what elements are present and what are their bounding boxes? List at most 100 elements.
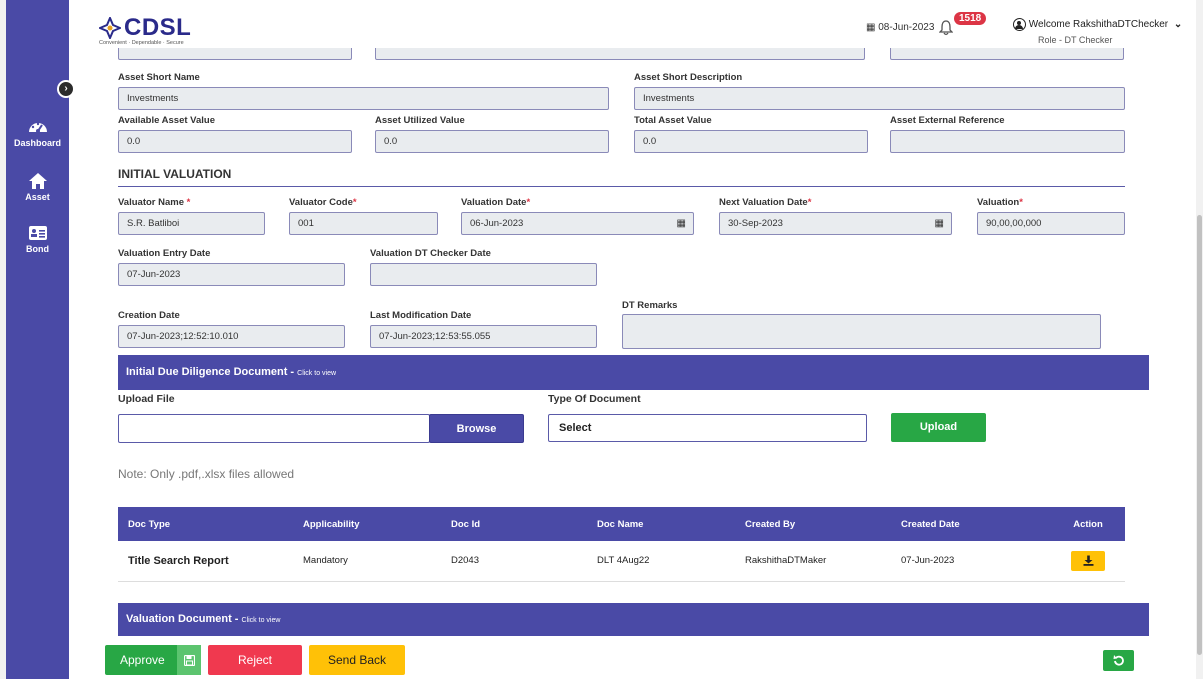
documents-table: Doc Type Applicability Doc Id Doc Name C… xyxy=(118,507,1125,582)
approve-label: Approve xyxy=(120,653,165,667)
upload-button[interactable]: Upload xyxy=(891,413,986,442)
asset-short-desc-field[interactable]: Investments xyxy=(634,87,1125,110)
valuation-entry-date-label: Valuation Entry Date xyxy=(118,248,211,259)
dashboard-icon xyxy=(28,122,47,133)
valuation-date-label-text: Valuation Date xyxy=(461,197,527,208)
calendar-icon[interactable]: ▦ xyxy=(935,213,944,234)
table-header-row: Doc Type Applicability Doc Id Doc Name C… xyxy=(118,507,1125,541)
send-back-button[interactable]: Send Back xyxy=(309,645,405,675)
sidebar-item-label: Bond xyxy=(26,244,49,254)
current-date-text: 08-Jun-2023 xyxy=(878,22,935,33)
available-asset-value-label: Available Asset Value xyxy=(118,115,215,126)
download-button[interactable] xyxy=(1071,550,1105,571)
dt-remarks-field[interactable] xyxy=(622,314,1101,349)
sidebar: Dashboard Asset Bond xyxy=(6,0,69,679)
column-header: Applicability xyxy=(293,507,441,541)
required-marker: * xyxy=(352,197,357,208)
next-valuation-date-value: 30-Sep-2023 xyxy=(728,218,783,229)
required-marker: * xyxy=(1019,197,1023,208)
doc-type-cell: Title Search Report xyxy=(118,541,293,582)
type-of-document-label: Type Of Document xyxy=(548,393,641,405)
asset-utilized-value-field[interactable]: 0.0 xyxy=(375,130,609,153)
save-icon xyxy=(177,645,201,675)
sidebar-toggle-button[interactable]: › xyxy=(57,80,75,98)
doc-id-cell: D2043 xyxy=(441,541,587,582)
doc-name-cell: DLT 4Aug22 xyxy=(587,541,735,582)
cdsl-logo-icon xyxy=(99,17,121,39)
refresh-button[interactable] xyxy=(1103,650,1134,671)
upload-file-input[interactable] xyxy=(118,414,430,443)
asset-short-name-field[interactable]: Investments xyxy=(118,87,609,110)
file-type-note: Note: Only .pdf,.xlsx files allowed xyxy=(118,467,295,481)
valuation-field[interactable]: 90,00,00,000 xyxy=(977,212,1125,235)
browse-button[interactable]: Browse xyxy=(429,414,524,443)
click-to-view-link[interactable]: Click to view xyxy=(297,370,336,377)
undo-icon xyxy=(1113,655,1124,666)
column-header: Doc Type xyxy=(118,507,293,541)
available-asset-value-field[interactable]: 0.0 xyxy=(118,130,352,153)
required-marker: * xyxy=(807,197,812,208)
user-avatar-icon xyxy=(1013,18,1026,31)
current-date: ▦ 08-Jun-2023 xyxy=(866,22,934,33)
asset-short-desc-label: Asset Short Description xyxy=(634,72,743,83)
asset-short-name-label: Asset Short Name xyxy=(118,72,200,83)
total-asset-value-field[interactable]: 0.0 xyxy=(634,130,868,153)
creation-date-field[interactable]: 07-Jun-2023;12:52:10.010 xyxy=(118,325,345,348)
action-cell xyxy=(1051,541,1125,582)
valuation-date-field[interactable]: 06-Jun-2023 ▦ xyxy=(461,212,694,235)
type-of-document-select[interactable]: Select xyxy=(548,414,867,442)
download-icon xyxy=(1083,555,1093,566)
logo[interactable]: CDSL Convenient · Dependable · Secure xyxy=(99,14,191,46)
valuator-code-label-text: Valuator Code xyxy=(289,197,353,208)
notification-badge: 1518 xyxy=(954,12,987,25)
created-date-cell: 07-Jun-2023 xyxy=(891,541,1051,582)
brand-name: CDSL xyxy=(124,14,192,41)
hidden-field-top xyxy=(118,48,352,60)
next-valuation-date-field[interactable]: 30-Sep-2023 ▦ xyxy=(719,212,952,235)
home-icon xyxy=(28,173,47,189)
column-header: Doc Id xyxy=(441,507,587,541)
asset-external-reference-field[interactable] xyxy=(890,130,1125,153)
asset-external-reference-label: Asset External Reference xyxy=(890,115,1005,126)
sidebar-item-dashboard[interactable]: Dashboard xyxy=(6,118,69,148)
chevron-right-icon: › xyxy=(64,83,68,94)
calendar-icon[interactable]: ▦ xyxy=(677,213,686,234)
section-divider xyxy=(118,186,1125,187)
asset-utilized-value-label: Asset Utilized Value xyxy=(375,115,465,126)
click-to-view-link[interactable]: Click to view xyxy=(242,617,281,624)
next-valuation-date-label: Next Valuation Date* xyxy=(719,197,811,208)
calendar-icon: ▦ xyxy=(866,22,876,33)
initial-valuation-title: INITIAL VALUATION xyxy=(118,167,232,181)
required-marker: * xyxy=(526,197,531,208)
last-modification-date-field[interactable]: 07-Jun-2023;12:53:55.055 xyxy=(370,325,597,348)
valuator-code-field[interactable]: 001 xyxy=(289,212,438,235)
brand-tagline: Convenient · Dependable · Secure xyxy=(99,40,184,46)
valuation-dt-checker-date-field[interactable] xyxy=(370,263,597,286)
dt-remarks-label: DT Remarks xyxy=(622,300,678,311)
last-modification-date-label: Last Modification Date xyxy=(370,310,472,321)
scrollbar-thumb[interactable] xyxy=(1197,215,1202,655)
valuation-document-header[interactable]: Valuation Document - Click to view xyxy=(118,603,1149,636)
page-scrollbar[interactable] xyxy=(1196,0,1203,679)
reject-button[interactable]: Reject xyxy=(208,645,302,675)
initial-due-diligence-header[interactable]: Initial Due Diligence Document - Click t… xyxy=(118,355,1149,390)
approve-button[interactable]: Approve xyxy=(105,645,201,675)
bell-icon xyxy=(938,20,954,36)
user-menu[interactable]: Welcome RakshithaDTChecker ⌄ xyxy=(1013,18,1182,31)
notifications-button[interactable] xyxy=(938,20,954,41)
valuation-date-value: 06-Jun-2023 xyxy=(470,218,524,229)
chevron-down-icon: ⌄ xyxy=(1173,19,1183,31)
applicability-cell: Mandatory xyxy=(293,541,441,582)
column-header: Action xyxy=(1051,507,1125,541)
id-card-icon xyxy=(28,226,47,240)
sidebar-item-asset[interactable]: Asset xyxy=(6,172,69,202)
required-marker: * xyxy=(186,197,191,208)
creation-date-label: Creation Date xyxy=(118,310,180,321)
valuator-name-field[interactable]: S.R. Batliboi xyxy=(118,212,265,235)
sidebar-item-bond[interactable]: Bond xyxy=(6,224,69,254)
user-role: Role - DT Checker xyxy=(1038,35,1113,45)
valuation-entry-date-field[interactable]: 07-Jun-2023 xyxy=(118,263,345,286)
valuator-name-label: Valuator Name * xyxy=(118,197,190,208)
hidden-field-top xyxy=(890,48,1124,60)
table-row: Title Search Report Mandatory D2043 DLT … xyxy=(118,541,1125,582)
